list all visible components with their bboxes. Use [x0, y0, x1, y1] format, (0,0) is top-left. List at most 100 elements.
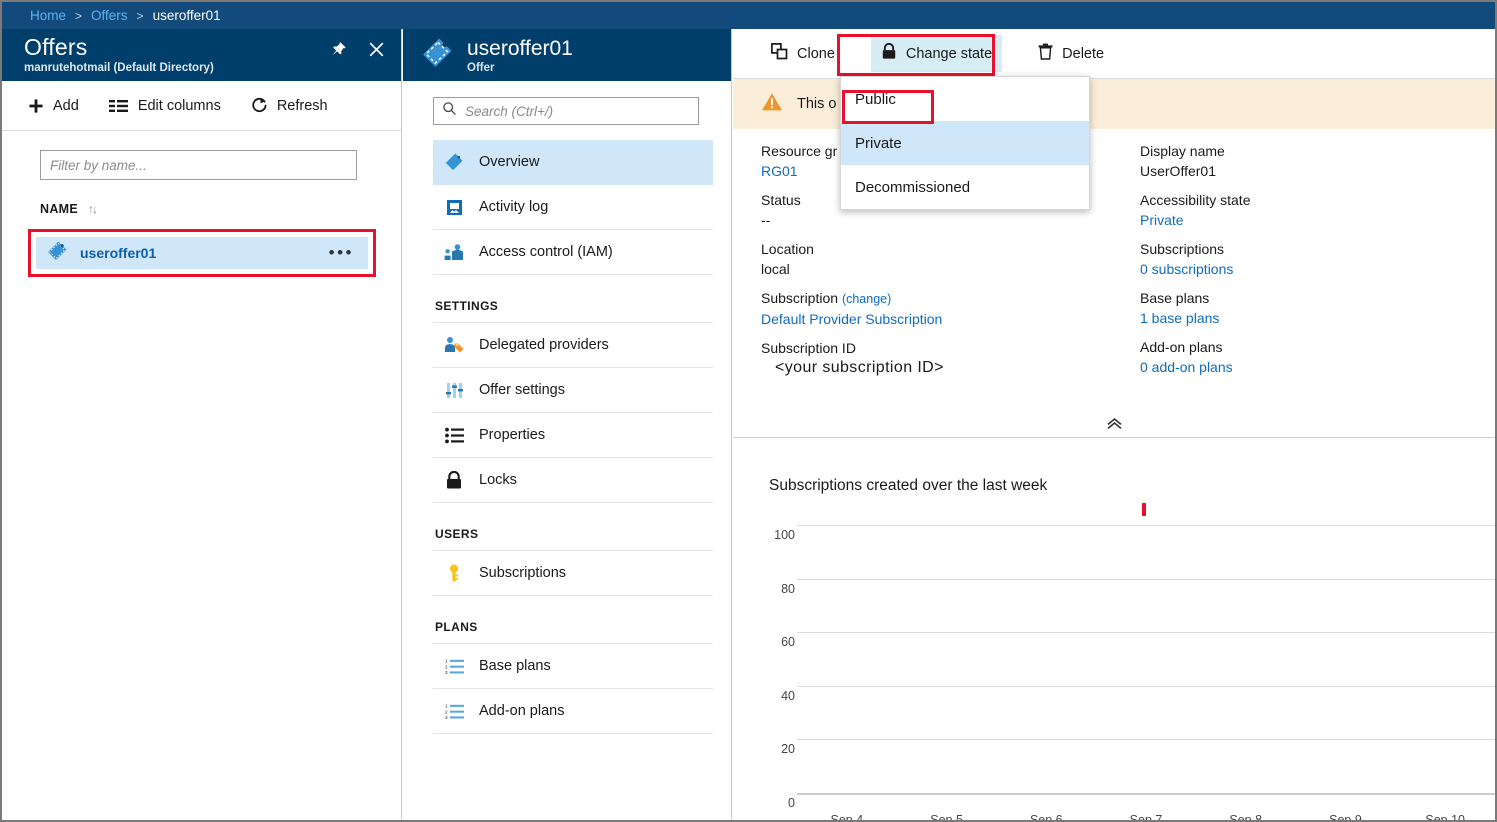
property-addon-plans: Add-on plans 0 add-on plans: [1140, 337, 1495, 377]
search-box[interactable]: [433, 97, 699, 125]
delegated-providers-icon: [443, 336, 465, 355]
sidebar-item-overview[interactable]: Overview: [433, 140, 713, 185]
plus-icon: [28, 98, 44, 114]
nav-group-settings: SETTINGS: [433, 275, 713, 323]
search-input[interactable]: [465, 103, 690, 119]
change-state-button[interactable]: Change state: [870, 35, 1003, 72]
breadcrumb-item-home[interactable]: Home: [30, 8, 66, 23]
property-label: Subscription ID: [761, 340, 856, 356]
subscriptions-chart-card: Subscriptions created over the last week…: [733, 439, 1495, 820]
offer-row-name[interactable]: useroffer01: [80, 245, 156, 261]
chart-x-tick-label: Sep 5: [930, 813, 963, 822]
property-base-plans: Base plans 1 base plans: [1140, 288, 1495, 328]
breadcrumb-separator: >: [75, 8, 83, 23]
chart-x-tick-label: Sep 4: [830, 813, 864, 822]
sidebar-item-label: Properties: [479, 427, 546, 443]
delete-button[interactable]: Delete: [1028, 35, 1114, 72]
property-value[interactable]: Private: [1140, 210, 1495, 230]
resource-blade-header: useroffer01 Offer: [403, 29, 731, 81]
sidebar-item-subscriptions[interactable]: Subscriptions: [433, 551, 713, 596]
svg-text:2: 2: [445, 664, 448, 669]
search-icon: [442, 101, 457, 121]
sidebar-item-label: Base plans: [479, 658, 551, 674]
sidebar-item-label: Offer settings: [479, 382, 565, 398]
properties-right-column: Display name UserOffer01 Accessibility s…: [1114, 141, 1495, 375]
sort-arrows-icon[interactable]: ↑↓: [88, 202, 98, 216]
svg-text:3: 3: [445, 670, 448, 675]
sidebar-item-properties[interactable]: Properties: [433, 413, 713, 458]
activity-log-icon: [443, 198, 465, 217]
property-label: Accessibility state: [1140, 192, 1251, 208]
property-value[interactable]: 0 add-on plans: [1140, 357, 1495, 377]
property-value[interactable]: 1 base plans: [1140, 308, 1495, 328]
svg-text:3: 3: [445, 715, 448, 720]
clone-button[interactable]: Clone: [761, 35, 845, 72]
property-subscription: Subscription (change) Default Provider S…: [761, 288, 1114, 329]
change-subscription-link[interactable]: (change): [842, 292, 891, 306]
breadcrumb-item-useroffer01[interactable]: useroffer01: [153, 8, 221, 23]
sidebar-item-offer-settings[interactable]: Offer settings: [433, 368, 713, 413]
chart-x-tick-label: Sep 9: [1329, 813, 1362, 822]
chart-plot-area: 100 80 60 40 20 0 Sep 4 Sep 5 Sep 6 Sep 7 Sep 8 Se…: [769, 503, 1495, 820]
property-location: Location local: [761, 239, 1114, 279]
warning-text: This o: [797, 96, 837, 112]
azure-portal-page: Home > Offers > useroffer01 Offers manru…: [0, 0, 1497, 822]
row-context-menu-button[interactable]: •••: [329, 244, 354, 261]
breadcrumb-item-offers[interactable]: Offers: [91, 8, 128, 23]
search-wrapper: [403, 81, 731, 125]
access-control-icon: [443, 243, 465, 262]
overview-toolbar: Clone Change state Delete: [733, 29, 1495, 79]
property-label-text: Subscription: [761, 290, 839, 306]
directory-subtitle: manrutehotmail (Default Directory): [24, 62, 214, 74]
add-button[interactable]: Add: [28, 98, 79, 114]
resource-nav-list: Overview Activity log Access control (IA…: [403, 140, 731, 734]
pin-icon[interactable]: [329, 41, 346, 58]
delete-label: Delete: [1062, 45, 1105, 62]
sidebar-item-locks[interactable]: Locks: [433, 458, 713, 503]
sidebar-item-label: Add-on plans: [479, 703, 565, 719]
sidebar-item-activity-log[interactable]: Activity log: [433, 185, 713, 230]
table-row[interactable]: useroffer01 •••: [36, 237, 368, 269]
properties-list-icon: [443, 427, 465, 444]
property-value: --: [761, 212, 771, 228]
warning-icon: [761, 92, 783, 116]
chart-y-tick-label: 100: [774, 528, 795, 542]
collapse-essentials-button[interactable]: [733, 416, 1495, 438]
property-value[interactable]: 0 subscriptions: [1140, 259, 1495, 279]
change-state-dropdown: Public Private Decommissioned: [840, 76, 1090, 210]
edit-columns-label: Edit columns: [137, 97, 221, 114]
change-state-label: Change state: [905, 45, 993, 62]
close-icon[interactable]: [368, 41, 385, 58]
filter-field-wrapper: [2, 131, 401, 180]
tag-icon: [420, 36, 454, 75]
offers-blade: Offers manrutehotmail (Default Directory…: [2, 29, 402, 820]
chevron-double-up-icon: [1106, 416, 1123, 436]
column-header-name[interactable]: NAME ↑↓: [40, 202, 401, 216]
lock-icon: [881, 42, 897, 64]
dropdown-item-private[interactable]: Private: [841, 121, 1089, 165]
property-label: Subscription (change): [761, 288, 1114, 309]
property-value[interactable]: Default Provider Subscription: [761, 309, 1114, 329]
chart-y-tick-label: 60: [781, 635, 795, 650]
sidebar-item-label: Subscriptions: [479, 565, 567, 581]
dropdown-item-decommissioned[interactable]: Decommissioned: [841, 165, 1089, 209]
sidebar-item-access-control[interactable]: Access control (IAM): [433, 230, 713, 275]
chart-x-tick-label: Sep 6: [1029, 813, 1063, 822]
sidebar-item-delegated-providers[interactable]: Delegated providers: [433, 323, 713, 368]
edit-columns-button[interactable]: Edit columns: [108, 97, 221, 114]
clone-icon: [771, 43, 788, 64]
refresh-icon: [251, 97, 268, 114]
property-label: Display name: [1140, 143, 1225, 159]
sidebar-item-base-plans[interactable]: 123 Base plans: [433, 644, 713, 689]
dropdown-item-label: Public: [855, 90, 896, 108]
nav-group-users: USERS: [433, 503, 713, 551]
nav-group-plans: PLANS: [433, 596, 713, 644]
filter-input[interactable]: [40, 150, 357, 180]
trash-icon: [1038, 43, 1053, 64]
breadcrumb: Home > Offers > useroffer01: [2, 2, 1495, 29]
refresh-button[interactable]: Refresh: [251, 97, 328, 114]
sidebar-item-label: Delegated providers: [479, 337, 609, 353]
sidebar-item-addon-plans[interactable]: 123 Add-on plans: [433, 689, 713, 734]
svg-text:1: 1: [445, 658, 448, 663]
dropdown-item-public[interactable]: Public: [841, 77, 1089, 121]
